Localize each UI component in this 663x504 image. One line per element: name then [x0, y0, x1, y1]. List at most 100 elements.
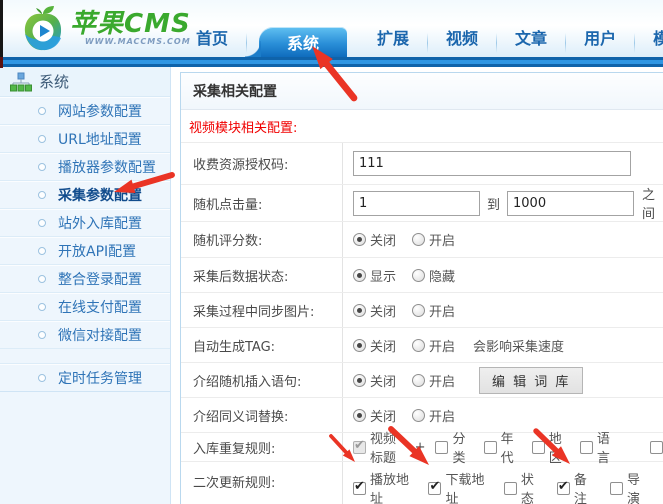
radio-option-off[interactable]: 关闭 — [353, 371, 396, 390]
radio-option-on[interactable]: 开启 — [412, 371, 455, 390]
radio-option-off[interactable]: 关闭 — [353, 230, 396, 249]
nav-item-user[interactable]: 用户 — [566, 25, 634, 57]
bullet-icon — [38, 163, 46, 171]
nav-bottom-stripes — [0, 57, 663, 67]
sidebar-item-player-params[interactable]: 播放器参数配置 — [0, 153, 170, 181]
edit-dictionary-button[interactable]: 编 辑 词 库 — [479, 367, 583, 394]
plus-joiner: + — [415, 440, 426, 455]
checkbox-video-title[interactable]: 视频标题 — [353, 428, 405, 466]
radio-icon[interactable] — [353, 304, 366, 317]
range-suffix: 之间 — [642, 184, 663, 222]
checkbox-icon[interactable] — [484, 441, 497, 454]
checkbox-icon[interactable] — [353, 482, 366, 495]
section-title: 视频模块相关配置: — [181, 110, 663, 143]
window-edge-artifact — [0, 0, 3, 57]
panel-header: 采集相关配置 — [181, 73, 663, 110]
radio-option-on[interactable]: 开启 — [412, 230, 455, 249]
checkbox-icon[interactable] — [435, 441, 448, 454]
checkbox-area[interactable]: 地区 — [532, 428, 564, 466]
bullet-icon — [38, 107, 46, 115]
radio-option-hide[interactable]: 隐藏 — [412, 266, 455, 285]
bullet-icon — [38, 191, 46, 199]
radio-icon[interactable] — [412, 339, 425, 352]
top-bar: 苹果CMS WWW.MACCMS.COM 首页 系统 扩展 视频 文章 用户 模 — [0, 0, 663, 57]
radio-icon[interactable] — [353, 339, 366, 352]
tag-speed-note: 会影响采集速度 — [473, 336, 564, 355]
bullet-icon — [38, 247, 46, 255]
sidebar-item-collect-params[interactable]: 采集参数配置 — [0, 181, 170, 209]
checkbox-icon[interactable] — [532, 441, 545, 454]
auth-code-input[interactable] — [353, 151, 631, 176]
bullet-icon — [38, 303, 46, 311]
window-edge-artifact — [0, 57, 3, 68]
sidebar-item-url-config[interactable]: URL地址配置 — [0, 125, 170, 153]
checkbox-clipped[interactable] — [650, 441, 663, 454]
nav-item-article[interactable]: 文章 — [497, 25, 565, 57]
checkbox-status[interactable]: 状态 — [504, 469, 541, 504]
radio-icon[interactable] — [412, 304, 425, 317]
main-panel: 采集相关配置 视频模块相关配置: 收费资源授权码: 随机点击量: 到 之间 随机… — [180, 72, 663, 504]
checkbox-icon[interactable] — [504, 482, 517, 495]
radio-icon[interactable] — [353, 409, 366, 422]
radio-icon[interactable] — [412, 269, 425, 282]
checkbox-icon[interactable] — [610, 482, 623, 495]
form-row-data-status: 采集后数据状态: 显示 隐藏 — [181, 258, 663, 293]
clicks-max-input[interactable] — [507, 191, 634, 216]
checkbox-download-address[interactable]: 下载地址 — [428, 469, 487, 504]
checkbox-year[interactable]: 年代 — [484, 428, 516, 466]
nav-item-extend[interactable]: 扩展 — [359, 25, 427, 57]
sidebar-item-wechat[interactable]: 微信对接配置 — [0, 321, 170, 349]
bullet-icon — [38, 219, 46, 227]
radio-icon[interactable] — [412, 409, 425, 422]
checkbox-icon[interactable] — [428, 482, 441, 495]
sidebar-item-online-payment[interactable]: 在线支付配置 — [0, 293, 170, 321]
form-row-sync-images: 采集过程中同步图片: 关闭 开启 — [181, 293, 663, 328]
form-row-intro-insert: 介绍随机插入语句: 关闭 开启 编 辑 词 库 — [181, 363, 663, 398]
system-tree-icon — [10, 72, 32, 92]
page-title: 采集相关配置 — [193, 81, 277, 101]
checkbox-icon — [353, 441, 366, 454]
brand-tagline: WWW.MACCMS.COM — [70, 37, 191, 46]
checkbox-language[interactable]: 语言 — [580, 428, 612, 466]
sidebar-item-login-integration[interactable]: 整合登录配置 — [0, 265, 170, 293]
radio-icon[interactable] — [353, 269, 366, 282]
checkbox-director[interactable]: 导演 — [610, 469, 647, 504]
form-row-dedupe-rule: 入库重复规则: 视频标题 + 分类 年代 地区 语言 — [181, 433, 663, 462]
form-row-random-score: 随机评分数: 关闭 开启 — [181, 222, 663, 258]
checkbox-icon[interactable] — [580, 441, 593, 454]
brand-text: 苹果CMS WWW.MACCMS.COM — [70, 11, 191, 46]
sidebar-header: 系统 — [0, 67, 170, 97]
nav-item-video[interactable]: 视频 — [428, 25, 496, 57]
checkbox-remark[interactable]: 备注 — [557, 469, 594, 504]
radio-option-on[interactable]: 开启 — [412, 301, 455, 320]
sidebar-spacer — [0, 349, 170, 364]
clicks-min-input[interactable] — [353, 191, 480, 216]
nav-item-home[interactable]: 首页 — [178, 25, 246, 57]
nav-item-partial[interactable]: 模 — [635, 25, 663, 57]
radio-option-show[interactable]: 显示 — [353, 266, 396, 285]
bullet-icon — [38, 331, 46, 339]
form-row-secondary-update: 二次更新规则: 播放地址 下载地址 状态 备注 导演 注：选择图片，不管是本地图… — [181, 462, 663, 504]
sidebar-item-site-params[interactable]: 网站参数配置 — [0, 97, 170, 125]
bullet-icon — [38, 374, 46, 382]
checkbox-category[interactable]: 分类 — [435, 428, 467, 466]
sidebar-item-open-api[interactable]: 开放API配置 — [0, 237, 170, 265]
radio-icon[interactable] — [353, 233, 366, 246]
radio-icon[interactable] — [412, 374, 425, 387]
radio-option-off[interactable]: 关闭 — [353, 301, 396, 320]
radio-icon[interactable] — [412, 233, 425, 246]
bullet-icon — [38, 135, 46, 143]
brand-logo[interactable]: 苹果CMS WWW.MACCMS.COM — [22, 4, 191, 52]
checkbox-icon[interactable] — [557, 482, 570, 495]
main-nav: 首页 系统 扩展 视频 文章 用户 模 — [178, 27, 663, 57]
sidebar-item-scheduled-tasks[interactable]: 定时任务管理 — [0, 364, 170, 392]
radio-option-on[interactable]: 开启 — [412, 406, 455, 425]
sidebar-item-external-storage[interactable]: 站外入库配置 — [0, 209, 170, 237]
radio-icon[interactable] — [353, 374, 366, 387]
radio-option-off[interactable]: 关闭 — [353, 406, 396, 425]
checkbox-play-address[interactable]: 播放地址 — [353, 469, 412, 504]
apple-logo-icon — [22, 4, 64, 52]
radio-option-on[interactable]: 开启 — [412, 336, 455, 355]
nav-tab-system[interactable]: 系统 — [259, 27, 347, 57]
radio-option-off[interactable]: 关闭 — [353, 336, 396, 355]
